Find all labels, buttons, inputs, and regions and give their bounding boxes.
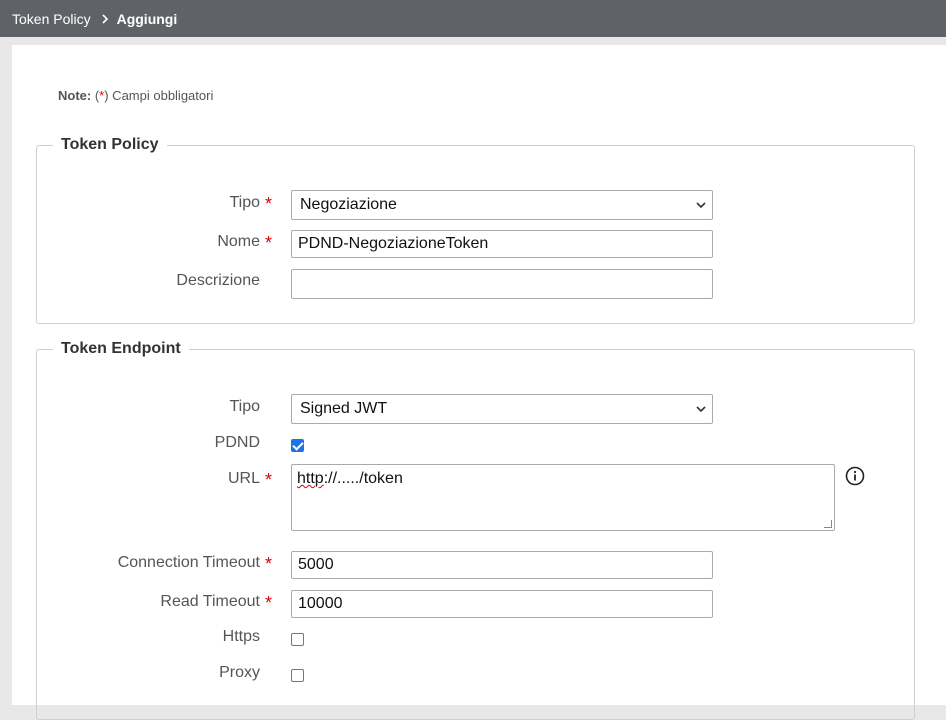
nome-input[interactable]: PDND-NegoziazioneToken	[291, 230, 713, 258]
url-textarea[interactable]: http://...../token	[291, 464, 835, 531]
chevron-right-icon	[101, 13, 109, 24]
token-policy-fieldset: Token Policy Tipo * Negoziazione Nome * …	[36, 136, 915, 324]
resize-handle-icon[interactable]	[824, 520, 832, 528]
https-label: Https	[222, 628, 260, 645]
main-panel: Note: (*) Campi obbligatori Token Policy…	[12, 45, 946, 720]
url-value-scheme: http	[297, 470, 324, 487]
proxy-checkbox[interactable]	[291, 669, 304, 682]
descrizione-input[interactable]	[291, 269, 713, 299]
url-label: URL	[227, 470, 260, 487]
nome-label: Nome	[217, 233, 260, 250]
chevron-down-icon	[696, 200, 706, 211]
tipo-label: Tipo	[229, 194, 260, 211]
required-star: *	[265, 554, 273, 574]
token-endpoint-fieldset: Token Endpoint Tipo Signed JWT PDND URL …	[36, 340, 915, 720]
breadcrumb-current: Aggiungi	[116, 10, 178, 27]
connection-timeout-input[interactable]: 5000	[291, 551, 713, 579]
connection-timeout-label: Connection Timeout	[117, 554, 260, 571]
tipo-select-value: Negoziazione	[300, 196, 397, 213]
url-value-rest: ://...../token	[323, 470, 403, 487]
required-star: *	[265, 233, 273, 253]
info-icon[interactable]	[845, 466, 865, 491]
note-text: ) Campi obbligatori	[104, 88, 214, 103]
chevron-down-icon	[696, 404, 706, 415]
pdnd-checkbox[interactable]	[291, 439, 304, 452]
pdnd-label: PDND	[214, 434, 260, 451]
proxy-label: Proxy	[219, 664, 260, 681]
read-timeout-input[interactable]: 10000	[291, 590, 713, 618]
token-endpoint-legend: Token Endpoint	[61, 340, 181, 357]
breadcrumb-token-policy-link[interactable]: Token Policy	[12, 11, 91, 27]
top-breadcrumb-bar: Token Policy Aggiungi	[0, 0, 946, 37]
endpoint-tipo-select-value: Signed JWT	[300, 400, 388, 417]
https-checkbox[interactable]	[291, 633, 304, 646]
required-star: *	[265, 593, 273, 613]
token-policy-legend: Token Policy	[61, 136, 159, 153]
required-star: *	[265, 194, 273, 214]
tipo-select[interactable]: Negoziazione	[291, 190, 713, 220]
required-fields-note: Note: (*) Campi obbligatori	[58, 88, 213, 103]
descrizione-label: Descrizione	[176, 272, 260, 289]
read-timeout-label: Read Timeout	[160, 593, 260, 610]
endpoint-tipo-label: Tipo	[229, 398, 260, 415]
note-open: (	[91, 88, 100, 103]
note-label: Note:	[58, 88, 92, 103]
required-star: *	[265, 470, 273, 490]
endpoint-tipo-select[interactable]: Signed JWT	[291, 394, 713, 424]
